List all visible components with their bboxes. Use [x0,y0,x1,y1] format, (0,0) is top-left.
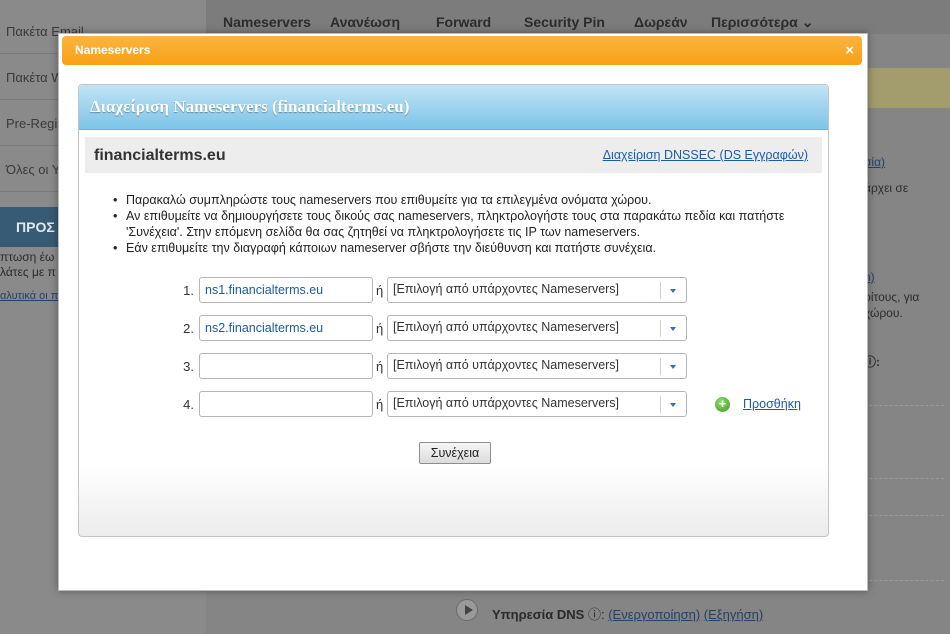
select-value: [Επιλογή από υπάρχοντες Nameservers] [393,282,620,296]
domain-bar: financialterms.eu Διαχείριση DNSSEC (DS … [85,137,822,173]
play-icon[interactable] [456,599,478,621]
dns-service-line: Υπηρεσία DNS ⓘ: (Ενεργοποίηση) (Εξηγήση) [492,607,764,622]
select-value: [Επιλογή από υπάρχοντες Nameservers] [393,358,620,372]
right-text-2b: χώρου. [864,306,903,320]
chevron-down-icon: ⌄ [801,14,814,30]
chevron-down-icon [660,320,686,337]
dnssec-manage-link[interactable]: Διαχείριση DNSSEC (DS Εγγραφών) [603,148,808,162]
right-text-1: άρχει σε [864,181,909,195]
nameserver-2-input[interactable] [199,315,373,341]
existing-nameservers-select-4[interactable]: [Επιλογή από υπάρχοντες Nameservers] [387,391,687,417]
nameserver-1-input[interactable] [199,277,373,303]
instruction-item: Παρακαλώ συμπληρώστε τους nameservers πο… [113,192,819,208]
right-text-2a: ρίτους, για [864,290,920,304]
top-nav: Nameservers Ανανέωση Forward Security Pi… [206,0,950,34]
promo-link[interactable]: αλυτικά οι π [0,290,60,302]
tab-free[interactable]: Δωρεάν [634,14,688,30]
panel-title: Διαχείριση Nameservers (financialterms.e… [79,85,828,130]
instruction-item: Αν επιθυμείτε να δημιουργήσετε τους δικο… [113,208,819,240]
continue-button[interactable]: Συνέχεια [419,442,491,464]
tab-more-label: Περισσότερα [711,14,798,30]
nameserver-number: 2. [183,321,194,336]
add-nameserver-link[interactable]: Προσθήκη [743,397,801,411]
info-icon: ⓘ [587,607,601,622]
close-icon[interactable]: × [845,36,854,65]
promo-text: πτωση έω λάτες με π [0,250,60,280]
promo-heading: ΠΡΟΣ [0,207,60,247]
right-label-3-text: : [876,355,881,369]
plus-icon[interactable]: + [715,397,730,412]
nameserver-row-2: 2. ή [Επιλογή από υπάρχοντες Nameservers… [174,315,814,343]
promo-text-line-2: λάτες με π [0,265,56,279]
existing-nameservers-select-3[interactable]: [Επιλογή από υπάρχοντες Nameservers] [387,353,687,379]
divider [864,580,944,581]
modal-title: Nameservers [75,43,151,57]
notice-band [864,68,950,108]
or-label: ή [376,359,384,374]
existing-nameservers-select-2[interactable]: [Επιλογή από υπάρχοντες Nameservers] [387,315,687,341]
instructions-list: Παρακαλώ συμπληρώστε τους nameservers πο… [113,192,819,256]
or-label: ή [376,283,384,298]
instruction-item: Εάν επιθυμείτε την διαγραφή κάποιων name… [113,240,819,256]
promo-text-line-1: πτωση έω [0,250,55,264]
nameserver-row-3: 3. ή [Επιλογή από υπάρχοντες Nameservers… [174,353,814,381]
nameserver-number: 3. [183,359,194,374]
or-label: ή [376,321,384,336]
tab-forward[interactable]: Forward [436,14,491,30]
tab-nameservers[interactable]: Nameservers [223,14,311,30]
modal-header: Nameservers × [62,36,862,65]
dns-activate-link[interactable]: (Ενεργοποίηση) [608,607,700,622]
or-label: ή [376,397,384,412]
chevron-down-icon [660,282,686,299]
dns-explain-link[interactable]: (Εξηγήση) [704,607,763,622]
divider [864,478,944,479]
select-value: [Επιλογή από υπάρχοντες Nameservers] [393,396,620,410]
nameserver-row-1: 1. ή [Επιλογή από υπάρχοντες Nameservers… [174,277,814,305]
dns-service-label: Υπηρεσία DNS [492,607,585,622]
tab-more[interactable]: Περισσότερα ⌄ [711,14,813,31]
domain-name: financialterms.eu [94,147,226,164]
nameservers-modal: Nameservers × Διαχείριση Nameservers (fi… [58,33,868,591]
chevron-down-icon [660,358,686,375]
select-value: [Επιλογή από υπάρχοντες Nameservers] [393,320,620,334]
nameserver-3-input[interactable] [199,353,373,379]
existing-nameservers-select-1[interactable]: [Επιλογή από υπάρχοντες Nameservers] [387,277,687,303]
nameservers-panel: Διαχείριση Nameservers (financialterms.e… [78,84,829,537]
chevron-down-icon [660,396,686,413]
nameserver-number: 4. [183,397,194,412]
nameserver-row-4: 4. ή [Επιλογή από υπάρχοντες Nameservers… [174,391,814,419]
tab-renew[interactable]: Ανανέωση [330,14,400,30]
nameserver-4-input[interactable] [199,391,373,417]
nameserver-number: 1. [183,283,194,298]
divider [864,515,944,516]
tab-security-pin[interactable]: Security Pin [524,14,605,30]
divider [864,405,944,406]
